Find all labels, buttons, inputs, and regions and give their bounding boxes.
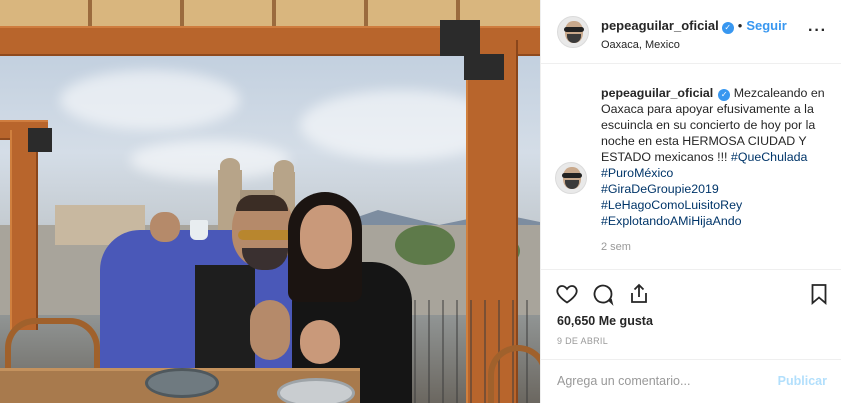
heart-icon[interactable] bbox=[555, 282, 579, 306]
man-tshirt bbox=[195, 265, 255, 375]
man-sunglasses bbox=[238, 230, 294, 240]
cloud bbox=[60, 70, 240, 130]
post-side-panel: pepeaguilar_oficial ✓ • Seguir Oaxaca, Mexi… bbox=[540, 0, 841, 403]
comment-input[interactable]: Agrega un comentario... bbox=[557, 374, 690, 388]
plate bbox=[145, 368, 219, 398]
bookmark-icon[interactable] bbox=[807, 282, 831, 306]
chair bbox=[488, 345, 540, 403]
church-dome-left bbox=[220, 158, 240, 174]
verified-badge-icon: ✓ bbox=[721, 22, 734, 34]
man-hand bbox=[150, 212, 180, 242]
caption: pepeaguilar_oficial ✓ Mezcaleando en Oaxa… bbox=[541, 65, 841, 255]
action-icons bbox=[541, 270, 841, 316]
wooden-post-left bbox=[10, 130, 38, 330]
post-header: pepeaguilar_oficial ✓ • Seguir Oaxaca, Mexi… bbox=[541, 0, 841, 64]
hashtag-link[interactable]: #ExplotandoAMiHijaAndo bbox=[601, 213, 825, 229]
hashtag-link[interactable]: #LeHagoComoLuisitoRey bbox=[601, 197, 825, 213]
likes-number: 60,650 bbox=[557, 314, 596, 328]
metal-bracket bbox=[28, 128, 52, 152]
woman-arm bbox=[300, 320, 340, 364]
likes-count[interactable]: 60,650 Me gusta bbox=[557, 314, 653, 328]
likes-label: Me gusta bbox=[598, 314, 653, 328]
share-icon[interactable] bbox=[627, 282, 651, 306]
post-comment-button[interactable]: Publicar bbox=[778, 374, 827, 388]
comments-section[interactable]: pepeaguilar_oficial ✓ Mezcaleando en Oaxa… bbox=[541, 65, 841, 269]
caption-time[interactable]: 2 sem bbox=[601, 239, 825, 255]
username-link[interactable]: pepeaguilar_oficial bbox=[601, 18, 719, 33]
hashtag-link[interactable]: #PuroMéxico bbox=[601, 165, 825, 181]
more-options-icon[interactable]: ··· bbox=[808, 22, 827, 40]
cloud bbox=[130, 140, 290, 180]
plate bbox=[277, 378, 355, 403]
hashtag-link[interactable]: #QueChulada bbox=[731, 150, 807, 164]
comment-box: Agrega un comentario... Publicar bbox=[541, 359, 841, 403]
verified-badge-icon: ✓ bbox=[718, 89, 731, 101]
tree bbox=[395, 225, 455, 265]
comment-icon[interactable] bbox=[591, 282, 615, 306]
mezcal-cup bbox=[190, 220, 208, 240]
follow-button[interactable]: Seguir bbox=[746, 18, 786, 33]
post-photo[interactable] bbox=[0, 0, 540, 403]
post-actions: 60,650 Me gusta 9 DE ABRIL bbox=[541, 269, 841, 359]
location-link[interactable]: Oaxaca, Mexico bbox=[601, 39, 787, 51]
caption-username-link[interactable]: pepeaguilar_oficial bbox=[601, 86, 713, 100]
hashtag-link[interactable]: #GiraDeGroupie2019 bbox=[601, 181, 825, 197]
caption-avatar[interactable] bbox=[555, 162, 587, 194]
metal-bracket bbox=[464, 54, 504, 80]
avatar[interactable] bbox=[557, 16, 589, 48]
separator-dot: • bbox=[737, 18, 743, 33]
woman-face bbox=[300, 205, 352, 269]
church-dome-right bbox=[274, 160, 294, 176]
man-arm bbox=[250, 300, 290, 360]
metal-bracket bbox=[440, 20, 480, 56]
post-date[interactable]: 9 DE ABRIL bbox=[557, 336, 608, 346]
man-hair bbox=[236, 195, 288, 211]
header-names: pepeaguilar_oficial ✓ • Seguir Oaxaca, Mexi… bbox=[601, 17, 787, 51]
